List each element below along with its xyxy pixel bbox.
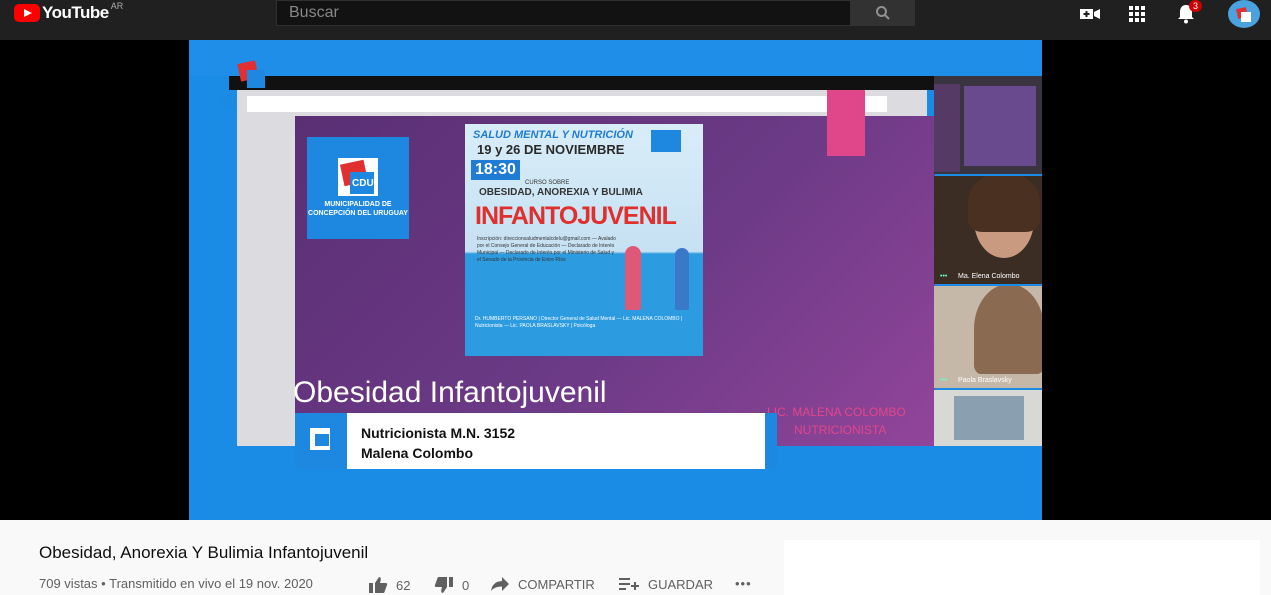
poster-subtitle: OBESIDAD, ANOREXIA Y BULIMIA [479, 187, 643, 198]
video-camera-plus-icon [1080, 9, 1100, 19]
like-button[interactable]: 62 [368, 576, 410, 594]
youtube-play-icon [14, 4, 40, 22]
playlist-add-icon [619, 578, 639, 590]
avatar[interactable] [1228, 0, 1260, 28]
dislike-button[interactable]: 0 [434, 576, 469, 594]
video-frame: MUNICIPALIDAD DE CONCEPCIÓN DEL URUGUAY … [189, 40, 1042, 520]
poster-time: 18:30 [471, 160, 520, 180]
poster-speakers: Dr. HUMBERTO PERSANO | Director General … [475, 316, 683, 329]
lower-third: Nutricionista M.N. 3152 Malena Colombo [295, 413, 777, 469]
redacted-area [784, 540, 1260, 595]
poster-topic: SALUD MENTAL Y NUTRICIÓN [473, 129, 633, 141]
cdu-logo-icon [237, 60, 269, 90]
save-label: GUARDAR [648, 576, 714, 592]
slide-logo-caption: MUNICIPALIDAD DE CONCEPCIÓN DEL URUGUAY [308, 201, 408, 217]
logo-text: YouTube [42, 3, 109, 22]
participant-name: Ma. Elena Colombo [958, 273, 1020, 280]
share-arrow-icon [491, 577, 509, 591]
search-input[interactable] [276, 0, 851, 26]
participant-name: Paola Braslavsky [958, 377, 1012, 384]
speaker-name: LIC. MALENA COLOMBO [767, 405, 906, 419]
apps-grid-icon [1129, 6, 1145, 22]
video-title: Obesidad, Anorexia Y Bulimia Infantojuve… [39, 543, 369, 562]
poster-figure-boy [675, 248, 689, 310]
poster-headline: INFANTOJUVENIL [475, 202, 677, 230]
lower-third-title: Nutricionista M.N. 3152 [361, 425, 516, 441]
country-code: AR [110, 1, 124, 11]
speaker-role: NUTRICIONISTA [794, 423, 887, 437]
more-actions-button[interactable]: ••• [735, 576, 752, 591]
poster-inscription: Inscripción: direccionsaludmentalcdelu@g… [477, 236, 616, 263]
poster-curso: CURSO SOBRE [525, 180, 570, 186]
view-count: 709 vistas [39, 576, 98, 591]
masthead: YouTube AR 3 [0, 0, 1271, 40]
video-player[interactable]: MUNICIPALIDAD DE CONCEPCIÓN DEL URUGUAY … [0, 40, 1271, 520]
share-button[interactable]: COMPARTIR [490, 576, 595, 592]
zoom-toolbar [229, 76, 1042, 90]
course-poster: SALUD MENTAL Y NUTRICIÓN 19 y 26 DE NOVI… [465, 124, 703, 356]
dislike-count: 0 [462, 577, 470, 593]
slide-border [247, 96, 887, 112]
account-avatar-icon [1236, 7, 1251, 22]
slide-title: Obesidad Infantojuvenil [293, 376, 607, 409]
create-video-button[interactable] [1079, 5, 1101, 23]
stream-date: Transmitido en vivo el 19 nov. 2020 [109, 576, 313, 591]
pink-accent-block [827, 90, 865, 156]
participant-tile [934, 390, 1042, 446]
video-meta: 709 vistas • Transmitido en vivo el 19 n… [39, 576, 313, 591]
stream-top-strip [189, 40, 1042, 76]
poster-figure-girl [625, 246, 641, 310]
mic-indicator-icon: ••• [940, 273, 948, 280]
participant-tile: Ma. Elena Colombo ••• [934, 176, 1042, 284]
thumbs-down-icon [434, 577, 453, 593]
poster-logo-icon [651, 130, 681, 152]
like-count: 62 [396, 577, 411, 593]
apps-button[interactable] [1126, 5, 1148, 23]
lower-third-logo [295, 413, 347, 469]
meta-separator: • [101, 576, 106, 591]
search-button[interactable] [851, 0, 915, 26]
thumbs-up-icon [369, 577, 388, 593]
more-dots-icon: ••• [735, 576, 752, 591]
share-label: COMPARTIR [518, 576, 595, 592]
poster-dates: 19 y 26 DE NOVIEMBRE [477, 142, 625, 157]
notification-badge: 3 [1189, 0, 1203, 12]
video-info: Obesidad, Anorexia Y Bulimia Infantojuve… [0, 520, 1271, 595]
slide-cdu-logo: CDU MUNICIPALIDAD DE CONCEPCIÓN DEL URUG… [307, 137, 409, 239]
participant-tile: Paola Braslavsky ••• [934, 286, 1042, 388]
cdu-logo-icon [310, 428, 330, 450]
cdu-logo-icon: CDU [338, 158, 378, 196]
save-button[interactable]: GUARDAR [618, 576, 713, 592]
youtube-logo[interactable]: YouTube AR [14, 1, 124, 23]
participant-tile-preview [934, 76, 1042, 174]
lower-third-accent [765, 413, 777, 469]
lower-third-name: Malena Colombo [361, 445, 474, 461]
search-icon [876, 6, 890, 20]
mic-indicator-icon: ••• [940, 377, 948, 384]
